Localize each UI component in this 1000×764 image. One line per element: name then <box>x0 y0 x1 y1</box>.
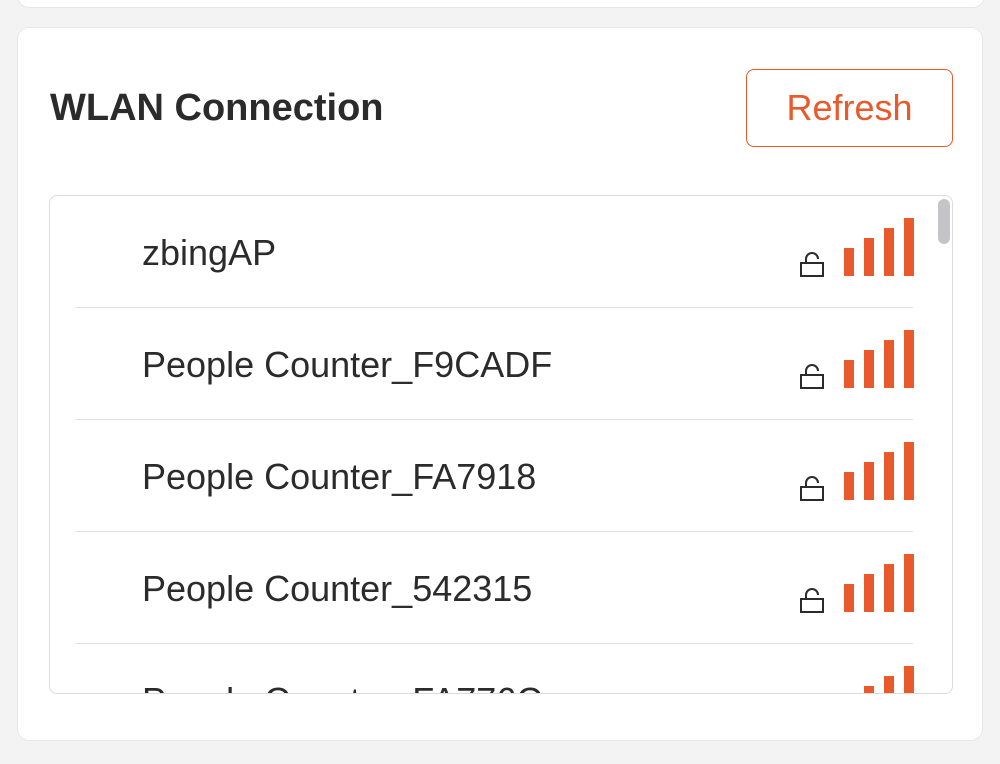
wlan-network-row[interactable]: People Counter_FA7918 <box>50 420 952 532</box>
list-scrollbar[interactable] <box>938 199 950 244</box>
wifi-signal-icon <box>864 666 914 693</box>
wlan-network-list[interactable]: zbingAP People Counter_F9CADF People Count… <box>49 195 953 694</box>
lock-icon <box>800 588 824 613</box>
wifi-signal-icon <box>844 554 914 612</box>
lock-icon <box>800 476 824 501</box>
wlan-network-row[interactable]: People Counter_542315 <box>50 532 952 644</box>
wifi-signal-icon <box>844 442 914 500</box>
lock-icon <box>800 364 824 389</box>
previous-card <box>17 0 985 8</box>
network-ssid: People Counter_F9CADF <box>142 344 553 385</box>
wlan-network-row[interactable]: People Counter_F9CADF <box>50 308 952 420</box>
wlan-connection-card: WLAN Connection Refresh zbingAP People Co… <box>17 27 983 741</box>
network-ssid: zbingAP <box>142 232 277 273</box>
refresh-button[interactable]: Refresh <box>746 69 953 147</box>
network-ssid: People Counter_542315 <box>142 568 533 609</box>
wifi-signal-icon <box>844 330 914 388</box>
wlan-network-row[interactable]: zbingAP <box>50 196 952 308</box>
network-ssid: People Counter_FA7918 <box>142 456 537 497</box>
lock-icon <box>800 252 824 277</box>
network-list-items: zbingAP People Counter_F9CADF People Count… <box>50 196 952 694</box>
card-title: WLAN Connection <box>50 87 384 129</box>
wifi-signal-icon <box>844 218 914 276</box>
wlan-network-row[interactable]: People Counter_FA776C <box>50 644 952 694</box>
network-ssid: People Counter_FA776C <box>142 681 542 694</box>
